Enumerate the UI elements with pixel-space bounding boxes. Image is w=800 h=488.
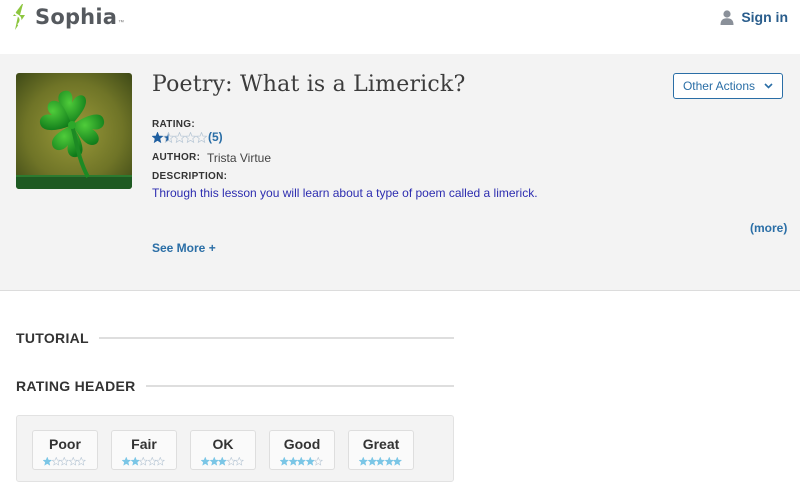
star-filled-icon bbox=[384, 457, 393, 466]
rate-stars bbox=[43, 457, 86, 466]
rate-stars bbox=[359, 457, 402, 466]
star-empty-icon bbox=[139, 457, 148, 466]
rate-great-button[interactable]: Great bbox=[348, 430, 414, 470]
star-filled-icon bbox=[209, 457, 218, 466]
star-empty-icon bbox=[68, 457, 77, 466]
star-filled-icon bbox=[201, 457, 210, 466]
more-link[interactable]: (more) bbox=[750, 221, 787, 235]
other-actions-label: Other Actions bbox=[682, 79, 756, 93]
rate-fair-button[interactable]: Fair bbox=[111, 430, 177, 470]
star-filled-icon bbox=[367, 457, 376, 466]
top-bar: Sophia ™ Sign in bbox=[0, 0, 800, 38]
star-filled-icon bbox=[288, 457, 297, 466]
sophia-logo[interactable]: Sophia ™ bbox=[10, 2, 124, 32]
four-leaf-clover-icon bbox=[16, 73, 132, 189]
rate-ok-button[interactable]: OK bbox=[190, 430, 256, 470]
rating-label: RATING: bbox=[152, 119, 196, 130]
lesson-description: Through this lesson you will learn about… bbox=[152, 186, 538, 200]
tutorial-heading: TUTORIAL bbox=[16, 330, 89, 346]
star-empty-icon bbox=[60, 457, 69, 466]
rating-stars[interactable] bbox=[152, 131, 207, 143]
star-filled-icon bbox=[376, 457, 385, 466]
sophia-logo-icon bbox=[13, 4, 25, 30]
logo-trademark: ™ bbox=[118, 20, 125, 26]
star-empty-icon bbox=[51, 457, 60, 466]
lesson-hero: Poetry: What is a Limerick? Other Action… bbox=[0, 54, 800, 291]
star-filled-icon bbox=[297, 457, 306, 466]
star-empty-icon bbox=[314, 457, 323, 466]
lesson-thumbnail bbox=[16, 73, 132, 189]
star-empty-icon bbox=[185, 131, 196, 143]
sign-in-label: Sign in bbox=[741, 9, 788, 25]
star-empty-icon bbox=[174, 131, 185, 143]
rate-label: Poor bbox=[49, 436, 81, 452]
divider bbox=[98, 337, 454, 339]
logo-text: Sophia bbox=[35, 5, 118, 29]
rate-poor-button[interactable]: Poor bbox=[32, 430, 98, 470]
author-name: Trista Virtue bbox=[207, 151, 272, 165]
rating-count[interactable]: (5) bbox=[208, 130, 223, 144]
rating-section-header: RATING HEADER bbox=[16, 378, 454, 394]
star-filled-icon bbox=[393, 457, 402, 466]
lesson-title: Poetry: What is a Limerick? bbox=[152, 72, 466, 97]
star-filled-icon bbox=[43, 457, 52, 466]
see-more-link[interactable]: See More + bbox=[152, 241, 216, 255]
star-filled-icon bbox=[280, 457, 289, 466]
lesson-rating: (5) bbox=[152, 130, 223, 144]
star-filled-icon bbox=[122, 457, 131, 466]
star-filled-icon bbox=[218, 457, 227, 466]
star-filled-icon bbox=[163, 131, 174, 143]
star-filled-icon bbox=[359, 457, 368, 466]
rate-label: OK bbox=[212, 436, 234, 452]
rate-stars bbox=[201, 457, 244, 466]
star-empty-icon bbox=[147, 457, 156, 466]
star-filled-icon bbox=[130, 457, 139, 466]
rate-stars bbox=[280, 457, 323, 466]
rate-label: Great bbox=[362, 436, 400, 452]
rate-label: Fair bbox=[131, 436, 157, 452]
star-empty-icon bbox=[226, 457, 235, 466]
tutorial-section-header: TUTORIAL bbox=[16, 330, 454, 346]
author-label: AUTHOR: bbox=[152, 152, 201, 163]
star-empty-icon bbox=[196, 131, 207, 143]
chevron-down-icon bbox=[764, 83, 773, 89]
other-actions-button[interactable]: Other Actions bbox=[673, 73, 783, 99]
rate-stars bbox=[122, 457, 165, 466]
star-filled-icon bbox=[152, 131, 163, 143]
divider bbox=[145, 385, 454, 387]
star-empty-icon bbox=[77, 457, 86, 466]
sign-in-link[interactable]: Sign in bbox=[720, 9, 788, 25]
rating-header-heading: RATING HEADER bbox=[16, 378, 136, 394]
star-empty-icon bbox=[235, 457, 244, 466]
rating-options-panel: Poor Fair OK Good Great bbox=[16, 415, 454, 482]
star-filled-icon bbox=[305, 457, 314, 466]
description-label: DESCRIPTION: bbox=[152, 171, 228, 182]
rate-label: Good bbox=[283, 436, 321, 452]
rate-good-button[interactable]: Good bbox=[269, 430, 335, 470]
user-icon bbox=[720, 9, 734, 25]
star-empty-icon bbox=[156, 457, 165, 466]
